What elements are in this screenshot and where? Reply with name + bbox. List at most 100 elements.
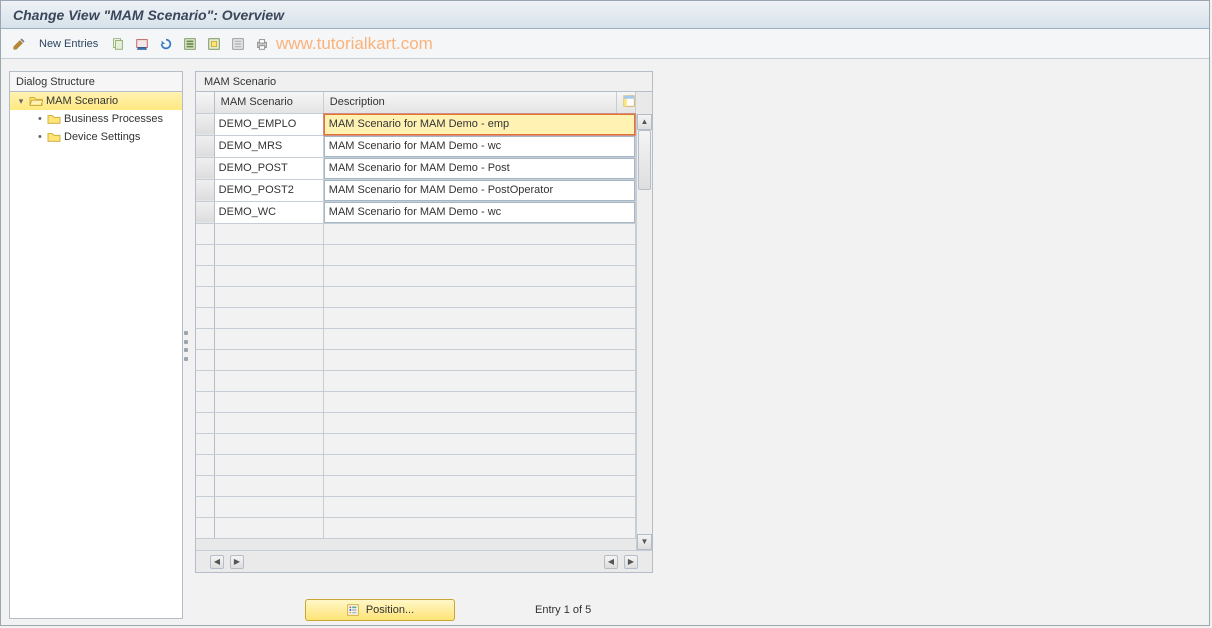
- folder-open-icon: [29, 95, 43, 107]
- table-row[interactable]: [196, 265, 636, 286]
- table-row[interactable]: [196, 223, 636, 244]
- row-selector[interactable]: [196, 454, 214, 475]
- position-button[interactable]: Position...: [305, 599, 455, 621]
- table-row[interactable]: [196, 475, 636, 496]
- row-selector[interactable]: [196, 223, 214, 244]
- row-selector[interactable]: [196, 201, 214, 223]
- column-header-scenario[interactable]: MAM Scenario: [214, 92, 323, 113]
- table-row[interactable]: [196, 286, 636, 307]
- grid-panel: MAM Scenario MAM Scenario Description: [195, 71, 653, 573]
- table-row[interactable]: DEMO_POST2: [196, 179, 636, 201]
- new-entries-button[interactable]: New Entries: [33, 34, 104, 54]
- row-selector[interactable]: [196, 370, 214, 391]
- scroll-left-icon[interactable]: ◀: [210, 555, 224, 569]
- scroll-up-icon[interactable]: ▲: [637, 114, 652, 130]
- scroll-right-icon[interactable]: ▶: [230, 555, 244, 569]
- folder-closed-icon: [47, 113, 61, 125]
- row-selector[interactable]: [196, 157, 214, 179]
- table-row[interactable]: [196, 517, 636, 538]
- tree-node-label: Business Processes: [64, 110, 163, 128]
- row-selector[interactable]: [196, 349, 214, 370]
- scroll-thumb[interactable]: [638, 130, 651, 190]
- scenario-cell[interactable]: DEMO_WC: [215, 202, 323, 223]
- grid-wrapper: MAM Scenario Description DEMO_EMPLODEMO_…: [195, 91, 653, 573]
- application-toolbar: New Entries www.tutorialkart.com: [1, 29, 1209, 59]
- scenario-cell[interactable]: DEMO_POST2: [215, 180, 323, 201]
- scroll-right-icon[interactable]: ▶: [624, 555, 638, 569]
- position-button-label: Position...: [366, 604, 414, 616]
- row-selector[interactable]: [196, 135, 214, 157]
- expand-toggle-icon[interactable]: ▾: [16, 92, 26, 110]
- data-table: MAM Scenario Description DEMO_EMPLODEMO_…: [196, 92, 636, 539]
- row-selector[interactable]: [196, 433, 214, 454]
- select-block-icon[interactable]: [204, 34, 224, 54]
- table-row[interactable]: [196, 496, 636, 517]
- table-row[interactable]: DEMO_EMPLO: [196, 113, 636, 135]
- row-selector[interactable]: [196, 113, 214, 135]
- scenario-cell[interactable]: DEMO_EMPLO: [215, 114, 323, 135]
- description-input[interactable]: [324, 180, 635, 201]
- row-selector[interactable]: [196, 265, 214, 286]
- row-selector[interactable]: [196, 475, 214, 496]
- table-row[interactable]: [196, 244, 636, 265]
- table-row[interactable]: [196, 391, 636, 412]
- vertical-scrollbar[interactable]: ▲ ▼: [636, 114, 652, 550]
- position-icon: [346, 603, 360, 617]
- description-input[interactable]: [324, 136, 635, 157]
- description-input[interactable]: [324, 202, 635, 223]
- row-selector[interactable]: [196, 412, 214, 433]
- table-row[interactable]: DEMO_POST: [196, 157, 636, 179]
- description-input[interactable]: [324, 158, 635, 179]
- row-selector[interactable]: [196, 244, 214, 265]
- table-row[interactable]: [196, 307, 636, 328]
- description-input[interactable]: [324, 114, 635, 135]
- column-header-description[interactable]: Description: [323, 92, 616, 113]
- splitter-handle[interactable]: [184, 331, 190, 361]
- dialog-structure-tree: Dialog Structure ▾ MAM Scenario • Busine…: [9, 71, 183, 619]
- table-footer: Position... Entry 1 of 5: [195, 599, 653, 621]
- title-bar: Change View "MAM Scenario": Overview: [1, 1, 1209, 29]
- tree-node-mam-scenario[interactable]: ▾ MAM Scenario: [10, 92, 182, 110]
- row-selector[interactable]: [196, 179, 214, 201]
- row-selector[interactable]: [196, 328, 214, 349]
- horizontal-scrollbar: ◀ ▶ ◀ ▶: [196, 550, 652, 572]
- table-row[interactable]: [196, 328, 636, 349]
- table-row[interactable]: DEMO_MRS: [196, 135, 636, 157]
- table-row[interactable]: [196, 433, 636, 454]
- body-area: Dialog Structure ▾ MAM Scenario • Busine…: [1, 61, 1209, 625]
- app-window: Change View "MAM Scenario": Overview New…: [0, 0, 1210, 626]
- corner-selector[interactable]: [196, 92, 214, 113]
- toggle-display-change-icon[interactable]: [9, 34, 29, 54]
- print-icon[interactable]: [252, 34, 272, 54]
- delete-icon[interactable]: [132, 34, 152, 54]
- tree-node-label: MAM Scenario: [46, 92, 118, 110]
- scroll-left-icon[interactable]: ◀: [604, 555, 618, 569]
- scroll-down-icon[interactable]: ▼: [637, 534, 652, 550]
- scenario-cell[interactable]: DEMO_MRS: [215, 136, 323, 157]
- grid-title: MAM Scenario: [195, 71, 653, 91]
- row-selector[interactable]: [196, 391, 214, 412]
- table-row[interactable]: [196, 412, 636, 433]
- table-row[interactable]: [196, 370, 636, 391]
- row-selector[interactable]: [196, 496, 214, 517]
- scenario-cell[interactable]: DEMO_POST: [215, 158, 323, 179]
- copy-as-icon[interactable]: [108, 34, 128, 54]
- undo-change-icon[interactable]: [156, 34, 176, 54]
- watermark-text: www.tutorialkart.com: [276, 34, 433, 54]
- row-selector[interactable]: [196, 517, 214, 538]
- deselect-all-icon[interactable]: [228, 34, 248, 54]
- table-row[interactable]: DEMO_WC: [196, 201, 636, 223]
- folder-closed-icon: [47, 131, 61, 143]
- entry-count-text: Entry 1 of 5: [535, 604, 591, 616]
- tree-node-label: Device Settings: [64, 128, 140, 146]
- table-row[interactable]: [196, 349, 636, 370]
- tree-node-business-processes[interactable]: • Business Processes: [10, 110, 182, 128]
- tree-node-device-settings[interactable]: • Device Settings: [10, 128, 182, 146]
- row-selector[interactable]: [196, 307, 214, 328]
- select-all-icon[interactable]: [180, 34, 200, 54]
- table-settings-icon[interactable]: [616, 92, 635, 113]
- tree-header: Dialog Structure: [10, 72, 182, 92]
- page-title: Change View "MAM Scenario": Overview: [13, 7, 284, 23]
- table-row[interactable]: [196, 454, 636, 475]
- row-selector[interactable]: [196, 286, 214, 307]
